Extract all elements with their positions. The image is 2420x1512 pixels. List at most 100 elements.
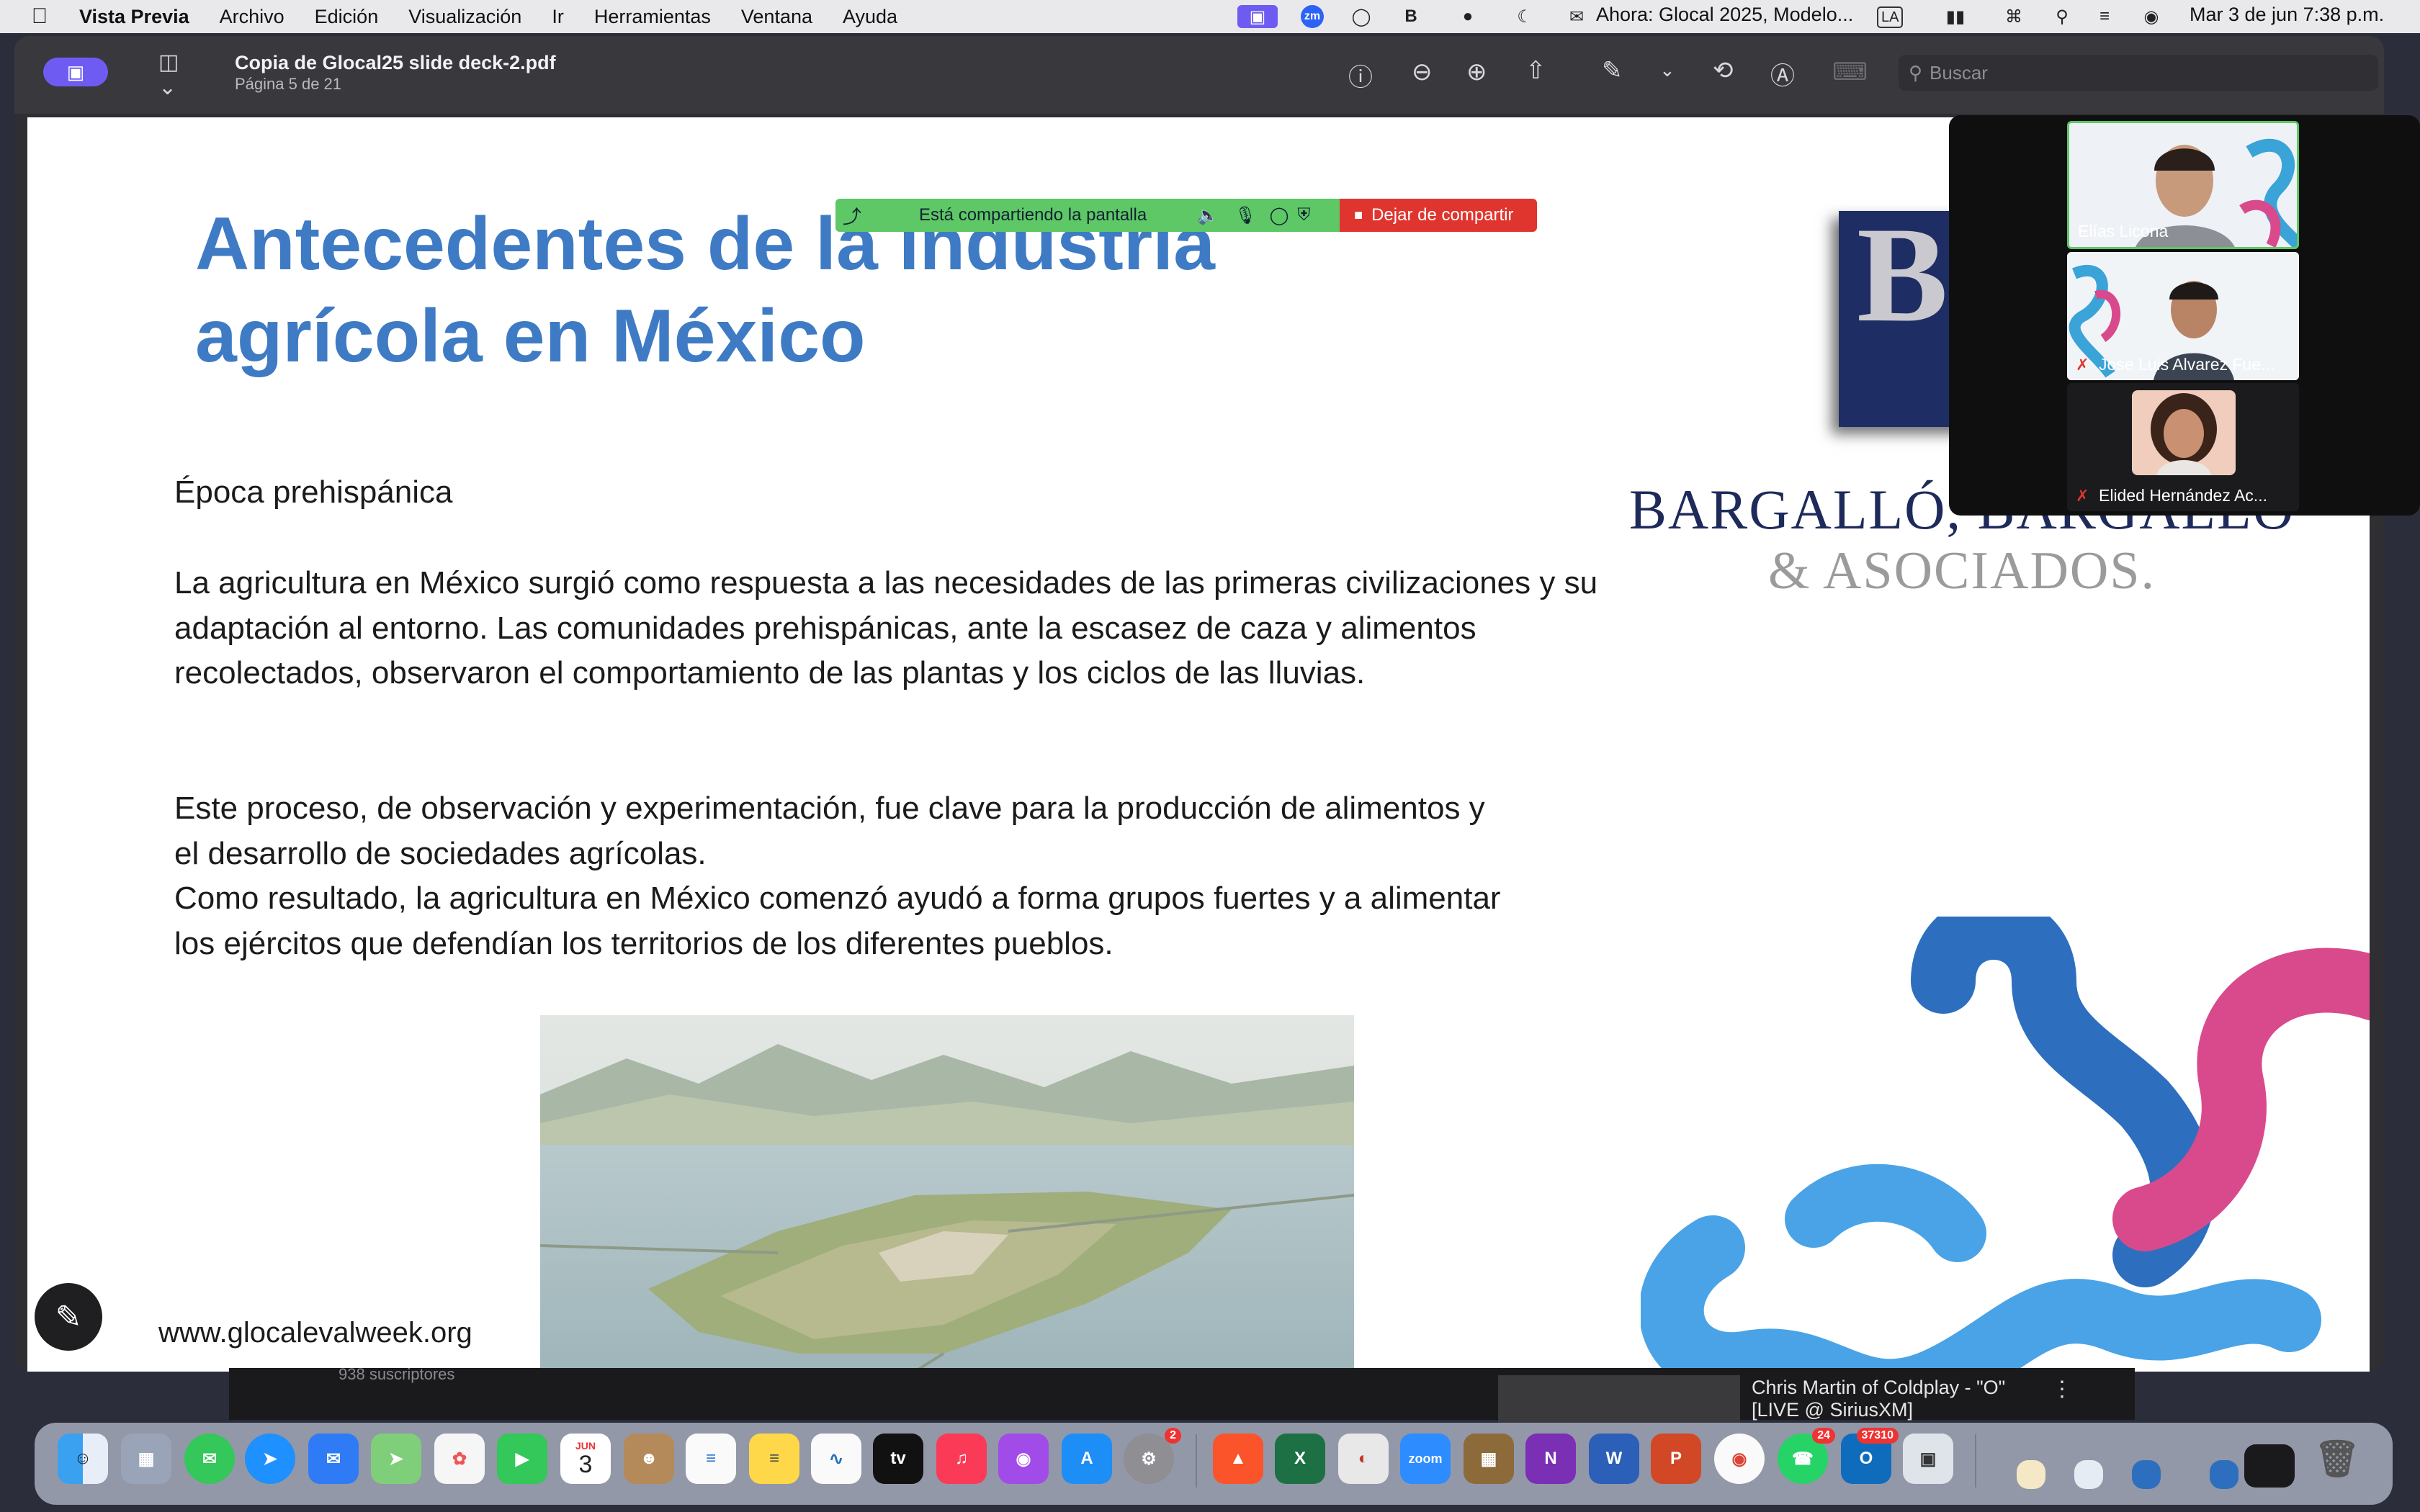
whatsapp-badge: 24: [1812, 1428, 1835, 1444]
share-status-text: Está compartiendo la pantalla: [919, 205, 1147, 225]
page-indicator: Página 5 de 21: [235, 75, 342, 93]
dock-separator-2: [1975, 1434, 1976, 1488]
participant-tile-3[interactable]: ✗ Elided Hernández Ac...: [2067, 383, 2299, 511]
security-shield-icon[interactable]: ⛨: [1297, 205, 1310, 225]
search-input[interactable]: ⚲ Buscar: [1899, 55, 2378, 91]
battery-icon[interactable]: ▮▮: [1937, 5, 1973, 28]
menu-visualizacion[interactable]: Visualización: [408, 6, 521, 28]
menu-ayuda[interactable]: Ayuda: [843, 6, 897, 28]
whatsapp-icon[interactable]: ☎ 24: [1778, 1428, 1835, 1484]
audio-icon[interactable]: 🔈: [1197, 205, 1219, 226]
chrome-icon[interactable]: ◉: [1714, 1434, 1765, 1484]
outlook-status-icon[interactable]: ✉: [1564, 5, 1589, 28]
paragraph-3: Como resultado, la agricultura en México…: [174, 881, 1501, 961]
word-icon[interactable]: W: [1589, 1434, 1639, 1484]
excel-icon[interactable]: X: [1275, 1434, 1325, 1484]
clock[interactable]: Mar 3 de jun 7:38 p.m.: [2190, 4, 2384, 26]
share-status-area[interactable]: ⤴ Está compartiendo la pantalla 🔈 🎙 ◯ ⛨: [835, 199, 1340, 232]
song-title[interactable]: Chris Martin of Coldplay - "O" [LIVE @ S…: [1752, 1377, 2005, 1421]
markup-menu-chevron-icon[interactable]: ⌄: [1659, 59, 1675, 81]
drag-handle-icon[interactable]: ⤴: [843, 202, 864, 229]
menu-ventana[interactable]: Ventana: [741, 6, 812, 28]
sidebar-toggle-button[interactable]: ▣: [43, 58, 108, 86]
mail-icon[interactable]: ✉: [308, 1434, 359, 1484]
zoom-in-icon[interactable]: ⊕: [1466, 58, 1487, 86]
record-icon[interactable]: ◯: [1270, 205, 1289, 226]
music-status-icon[interactable]: ●: [1456, 5, 1479, 28]
facetime-icon[interactable]: ▶: [497, 1434, 547, 1484]
contacts-icon[interactable]: ☻: [624, 1434, 674, 1484]
form-fill-icon[interactable]: ⌨: [1832, 58, 1868, 86]
powerpoint-icon[interactable]: P: [1651, 1434, 1701, 1484]
b-app-icon[interactable]: B: [1399, 5, 1423, 28]
more-options-icon[interactable]: ⋮: [2051, 1377, 2073, 1402]
calendar-icon[interactable]: JUN 3: [560, 1434, 611, 1484]
photos-icon[interactable]: ✿: [434, 1434, 485, 1484]
preview-app-icon[interactable]: ▣: [1903, 1434, 1953, 1484]
reminders-icon[interactable]: ≡: [686, 1434, 736, 1484]
zoom-app-icon[interactable]: zoom: [1400, 1434, 1451, 1484]
safari-icon[interactable]: ➤: [245, 1434, 295, 1484]
minimized-window-3-icon[interactable]: [2132, 1460, 2161, 1489]
minimized-window-1-icon[interactable]: [2017, 1460, 2045, 1489]
mic-muted-icon[interactable]: 🎙: [1234, 205, 1256, 226]
apple-menu-icon[interactable]: : [29, 4, 50, 29]
menu-archivo[interactable]: Archivo: [220, 6, 284, 28]
trash-icon[interactable]: 🗑: [2312, 1434, 2362, 1484]
paragraph-2: Este proceso, de observación y experimen…: [174, 791, 1485, 871]
brave-icon[interactable]: ▲: [1213, 1434, 1263, 1484]
app-store-icon[interactable]: A: [1062, 1434, 1112, 1484]
input-source-indicator[interactable]: LA: [1877, 6, 1904, 28]
share-icon[interactable]: ⇧: [1525, 56, 1546, 85]
onenote-icon[interactable]: N: [1525, 1434, 1576, 1484]
outlook-icon[interactable]: O 37310: [1841, 1428, 1899, 1484]
maps-icon[interactable]: ➤: [371, 1434, 421, 1484]
section-heading: Época prehispánica: [174, 474, 453, 510]
now-playing-text[interactable]: Ahora: Glocal 2025, Modelo...: [1596, 4, 1853, 26]
messages-icon[interactable]: ✉: [184, 1434, 235, 1484]
screen-share-status-icon[interactable]: ▣: [1237, 5, 1278, 28]
view-menu-button[interactable]: ◫ ⌄: [158, 50, 202, 99]
website-url: www.glocalevalweek.org: [158, 1317, 472, 1349]
color-picker-icon[interactable]: ◐: [1338, 1434, 1389, 1484]
minimized-window-5-icon[interactable]: [2244, 1444, 2295, 1488]
participant-muted-icon-3: ✗: [2076, 487, 2089, 505]
podcasts-icon[interactable]: ◉: [998, 1434, 1049, 1484]
menu-ir[interactable]: Ir: [552, 6, 564, 28]
zoom-status-icon[interactable]: zm: [1301, 5, 1324, 28]
outlook-badge: 37310: [1856, 1428, 1899, 1444]
freeform-icon[interactable]: ∿: [811, 1434, 861, 1484]
spotlight-search-icon[interactable]: ⚲: [2051, 5, 2073, 28]
annotate-icon[interactable]: Ⓐ: [1770, 56, 1795, 91]
rar-archiver-icon[interactable]: ▦: [1464, 1434, 1514, 1484]
menu-edicion[interactable]: Edición: [315, 6, 379, 28]
minimized-window-2-icon[interactable]: [2074, 1460, 2103, 1489]
shield-icon[interactable]: ◯: [1349, 5, 1373, 28]
stop-sharing-button[interactable]: ■ Dejar de compartir: [1340, 199, 1537, 232]
apple-tv-icon[interactable]: tv: [873, 1434, 923, 1484]
launchpad-icon[interactable]: ▦: [121, 1434, 171, 1484]
menu-herramientas[interactable]: Herramientas: [594, 6, 711, 28]
notes-icon[interactable]: ≡: [749, 1434, 799, 1484]
app-menu[interactable]: Vista Previa: [79, 6, 189, 28]
document-title: Copia de Glocal25 slide deck-2.pdf: [235, 52, 556, 73]
rotate-icon[interactable]: ⟲: [1713, 56, 1734, 85]
participant-tile-2[interactable]: ✗ Jose Luis Alvarez Fue...: [2067, 252, 2299, 380]
stop-sharing-label: Dejar de compartir: [1371, 205, 1514, 225]
system-settings-icon[interactable]: ⚙ 2: [1124, 1428, 1181, 1484]
minimized-window-4-icon[interactable]: [2210, 1460, 2238, 1489]
moon-icon[interactable]: ☾: [1512, 5, 1537, 28]
wifi-icon[interactable]: ⌘: [2001, 5, 2027, 28]
settings-badge: 2: [1165, 1428, 1181, 1444]
music-icon[interactable]: ♫: [936, 1434, 987, 1484]
song-title-line-1: Chris Martin of Coldplay - "O": [1752, 1377, 2006, 1398]
zoom-out-icon[interactable]: ⊖: [1412, 58, 1433, 86]
edit-pencil-button[interactable]: ✎: [35, 1283, 102, 1351]
markup-pen-icon[interactable]: ✎: [1602, 56, 1623, 85]
video-thumbnail[interactable]: [1498, 1375, 1740, 1423]
participant-tile-1[interactable]: Elías Licona: [2067, 121, 2299, 249]
finder-icon[interactable]: ☺: [58, 1434, 108, 1484]
info-icon[interactable]: ⓘ: [1348, 58, 1373, 93]
control-center-icon[interactable]: ≡: [2092, 5, 2118, 28]
siri-icon[interactable]: ◉: [2141, 5, 2162, 28]
